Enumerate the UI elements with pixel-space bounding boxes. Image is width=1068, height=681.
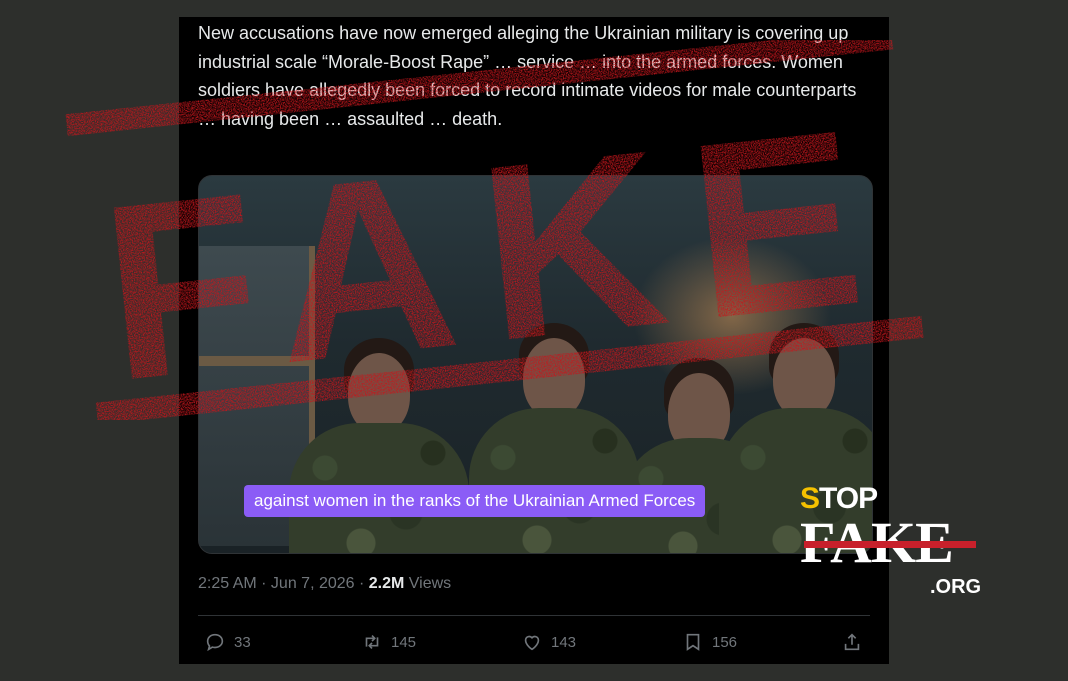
- tweet-card: New accusations have now emerged allegin…: [179, 17, 889, 664]
- video-subtitle: against women in the ranks of the Ukrain…: [244, 485, 706, 517]
- like-button[interactable]: 143: [521, 627, 576, 657]
- views-count: 2.2M: [368, 575, 405, 592]
- share-button[interactable]: [841, 627, 863, 657]
- repost-button[interactable]: 145: [361, 627, 416, 657]
- bookmark-count: 156: [712, 633, 738, 651]
- share-icon: [844, 633, 860, 651]
- bookmark-icon: [686, 633, 700, 651]
- reply-icon: [206, 633, 224, 652]
- tweet-timestamp[interactable]: 2:25 AM · Jun 7, 2026 ·: [198, 575, 369, 592]
- like-count: 143: [551, 633, 577, 651]
- tweet-actions: 33 145 143 156: [198, 627, 870, 657]
- stopfake-logo: STOP FAKE .ORG: [800, 482, 990, 602]
- tweet-text: New accusations have now emerged allegin…: [198, 23, 857, 129]
- views-label: Views: [404, 575, 452, 592]
- reply-button[interactable]: 33: [204, 627, 251, 657]
- logo-strike: [804, 541, 976, 548]
- tweet-meta: 2:25 AM · Jun 7, 2026 · 2.2M Views: [198, 575, 451, 593]
- tweet-media-video[interactable]: against women in the ranks of the Ukrain…: [198, 175, 873, 554]
- divider: [198, 615, 870, 616]
- reply-count: 33: [234, 633, 251, 651]
- repost-count: 145: [391, 633, 417, 651]
- like-icon: [524, 635, 540, 651]
- bookmark-button[interactable]: 156: [682, 627, 737, 657]
- repost-icon: [365, 634, 379, 650]
- logo-org: .ORG: [930, 576, 982, 598]
